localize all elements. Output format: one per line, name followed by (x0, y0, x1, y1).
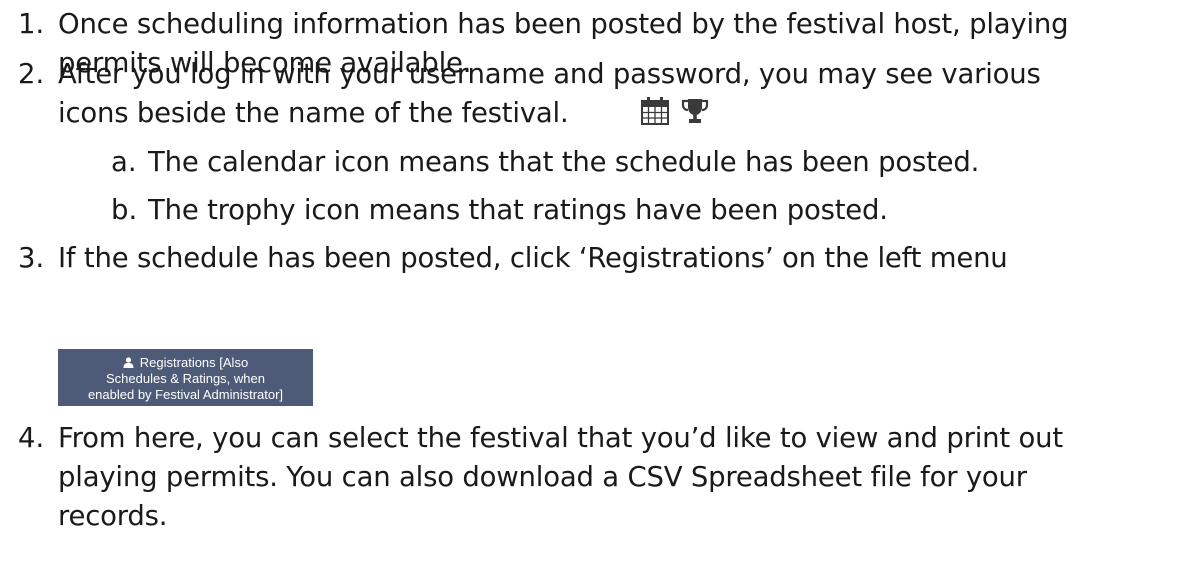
item-2-number: 2. (18, 58, 45, 90)
item-1-number: 1. (18, 8, 45, 40)
item-4-line-1: From here, you can select the festival t… (58, 422, 1063, 454)
item-2-line-2: icons beside the name of the festival. (58, 97, 569, 129)
user-icon (123, 357, 134, 368)
item-3-line-1: If the schedule has been posted, click ‘… (58, 242, 1008, 274)
subitem-b-letter: b. (111, 194, 138, 226)
instructions-document: 1. Once scheduling information has been … (0, 0, 1185, 571)
item-4-line-2: playing permits. You can also download a… (58, 461, 1027, 493)
item-4-line-3: records. (58, 500, 168, 532)
item-1-line-1: Once scheduling information has been pos… (58, 8, 1069, 40)
registrations-menu-button[interactable]: Registrations [Also Schedules & Ratings,… (58, 349, 313, 406)
registrations-label-line-1: Registrations [Also (139, 355, 249, 370)
subitem-a-letter: a. (111, 146, 137, 178)
subitem-b-text: The trophy icon means that ratings have … (148, 194, 888, 226)
festival-status-icons (640, 94, 750, 128)
trophy-icon (681, 99, 709, 123)
calendar-icon (641, 97, 669, 125)
item-4-number: 4. (18, 422, 45, 454)
registrations-label-line-2: Schedules & Ratings, when (106, 371, 265, 386)
registrations-label-line-3: enabled by Festival Administrator] (87, 387, 284, 402)
item-2-line-1: After you log in with your username and … (58, 58, 1041, 90)
item-3-number: 3. (18, 242, 45, 274)
subitem-a-text: The calendar icon means that the schedul… (148, 146, 980, 178)
